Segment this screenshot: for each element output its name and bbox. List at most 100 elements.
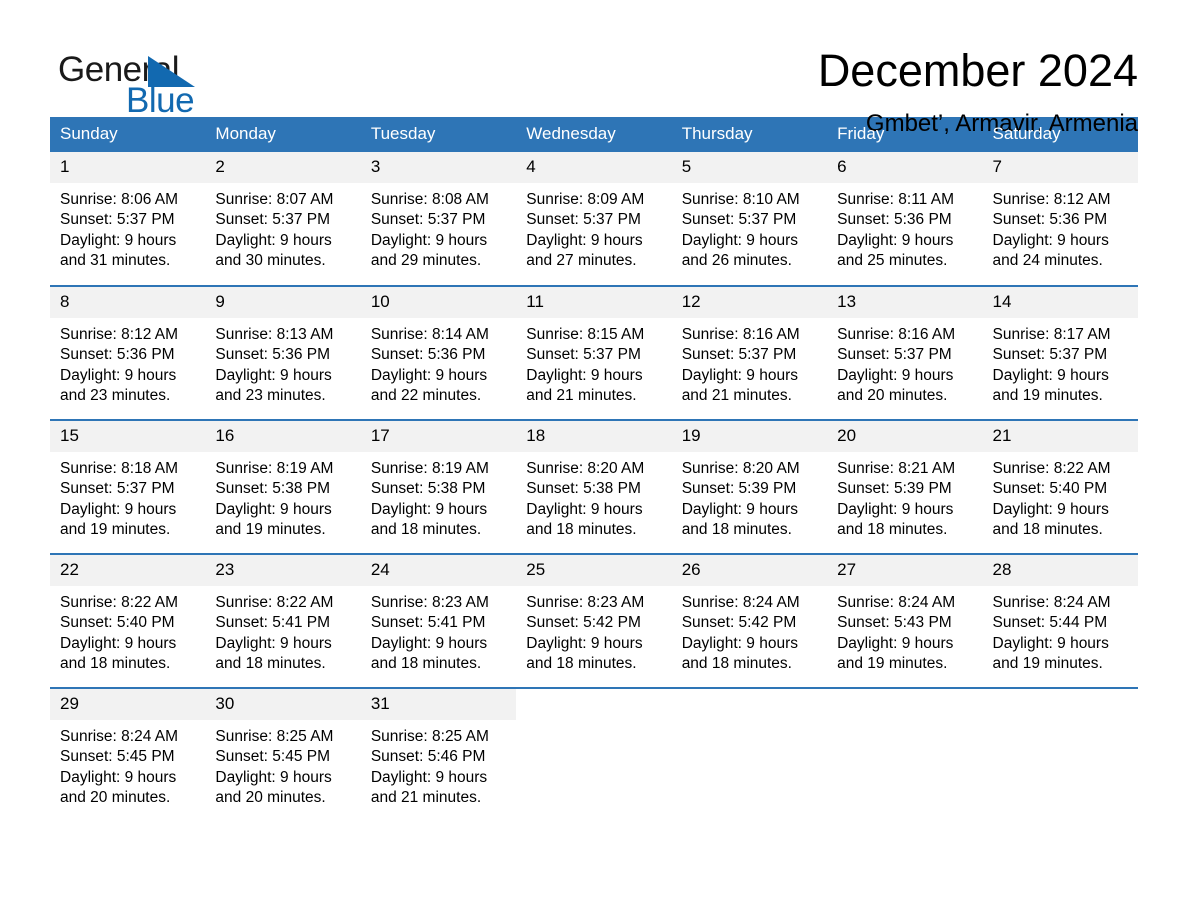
day-number: 13 <box>827 287 983 318</box>
daylight-text-line1: Daylight: 9 hours <box>60 768 177 786</box>
sunrise-text: Sunrise: 8:24 AM <box>992 594 1111 611</box>
day-info: Sunrise: 8:19 AM Sunset: 5:38 PM Daylight:… <box>361 452 516 540</box>
day-cell[interactable]: 23 Sunrise: 8:22 AM Sunset: 5:41 PM Dayligh… <box>205 553 361 688</box>
day-number: 17 <box>360 421 517 452</box>
sunrise-text: Sunrise: 8:11 AM <box>837 191 954 208</box>
daylight-text-line1: Daylight: 9 hours <box>526 231 643 249</box>
day-cell[interactable]: 4 Sunrise: 8:09 AM Sunset: 5:37 PM Daylight… <box>516 152 672 286</box>
day-cell[interactable]: 25 Sunrise: 8:23 AM Sunset: 5:42 PM Dayligh… <box>516 553 672 688</box>
sunrise-text: Sunrise: 8:12 AM <box>992 191 1111 208</box>
day-cell[interactable]: 26 Sunrise: 8:24 AM Sunset: 5:42 PM Dayligh… <box>671 553 828 688</box>
sunrise-text: Sunrise: 8:20 AM <box>681 460 800 477</box>
day-cell[interactable]: 15 Sunrise: 8:18 AM Sunset: 5:37 PM Dayligh… <box>50 419 206 554</box>
day-cell[interactable]: 27 Sunrise: 8:24 AM Sunset: 5:43 PM Dayligh… <box>827 553 983 688</box>
day-number: 7 <box>982 152 1138 183</box>
day-info: Sunrise: 8:20 AM Sunset: 5:39 PM Daylight:… <box>672 452 827 540</box>
day-cell[interactable]: 29 Sunrise: 8:24 AM Sunset: 5:45 PM Dayligh… <box>50 687 206 822</box>
day-info: Sunrise: 8:22 AM Sunset: 5:40 PM Daylight:… <box>983 452 1138 540</box>
logo-text-blue: Blue <box>126 81 195 120</box>
sunset-text: Sunset: 5:39 PM <box>837 480 952 498</box>
daylight-text-line1: Daylight: 9 hours <box>526 500 643 518</box>
sunrise-text: Sunrise: 8:18 AM <box>60 460 179 477</box>
daylight-text-line2: and 19 minutes. <box>992 386 1103 404</box>
day-cell[interactable]: 7 Sunrise: 8:12 AM Sunset: 5:36 PM Daylight… <box>982 152 1138 286</box>
day-number <box>827 689 983 700</box>
daylight-text-line2: and 20 minutes. <box>215 788 326 806</box>
day-cell[interactable]: 28 Sunrise: 8:24 AM Sunset: 5:44 PM Dayligh… <box>982 553 1138 688</box>
day-cell[interactable]: 9 Sunrise: 8:13 AM Sunset: 5:36 PM Daylight… <box>205 285 361 420</box>
sunrise-sunset-calendar: Sunday Monday Tuesday Wednesday Thursday… <box>50 117 1138 822</box>
day-info: Sunrise: 8:20 AM Sunset: 5:38 PM Daylight:… <box>516 452 671 540</box>
sunrise-text: Sunrise: 8:16 AM <box>681 326 800 343</box>
day-cell[interactable]: 13 Sunrise: 8:16 AM Sunset: 5:37 PM Dayligh… <box>827 285 983 420</box>
day-cell[interactable]: 30 Sunrise: 8:25 AM Sunset: 5:45 PM Dayligh… <box>205 687 361 822</box>
day-cell[interactable]: 12 Sunrise: 8:16 AM Sunset: 5:37 PM Dayligh… <box>671 285 828 420</box>
sunset-text: Sunset: 5:36 PM <box>837 211 952 229</box>
day-cell[interactable]: 21 Sunrise: 8:22 AM Sunset: 5:40 PM Dayligh… <box>982 419 1138 554</box>
daylight-text-line1: Daylight: 9 hours <box>992 366 1109 384</box>
sunset-text: Sunset: 5:37 PM <box>370 211 486 229</box>
day-number: 27 <box>827 555 983 586</box>
sunset-text: Sunset: 5:45 PM <box>215 748 331 766</box>
daylight-text-line1: Daylight: 9 hours <box>60 500 177 518</box>
daylight-text-line1: Daylight: 9 hours <box>215 231 332 249</box>
day-cell[interactable]: 16 Sunrise: 8:19 AM Sunset: 5:38 PM Dayligh… <box>205 419 361 554</box>
daylight-text-line2: and 24 minutes. <box>992 251 1103 269</box>
day-cell[interactable]: 18 Sunrise: 8:20 AM Sunset: 5:38 PM Dayligh… <box>516 419 672 554</box>
daylight-text-line2: and 18 minutes. <box>837 520 948 538</box>
day-info: Sunrise: 8:06 AM Sunset: 5:37 PM Daylight:… <box>50 183 205 271</box>
day-cell[interactable]: 1 Sunrise: 8:06 AM Sunset: 5:37 PM Daylight… <box>50 152 206 286</box>
day-number: 23 <box>205 555 361 586</box>
sunset-text: Sunset: 5:39 PM <box>681 480 797 498</box>
daylight-text-line1: Daylight: 9 hours <box>215 634 332 652</box>
sunrise-text: Sunrise: 8:22 AM <box>60 594 179 611</box>
daylight-text-line1: Daylight: 9 hours <box>837 366 954 384</box>
sunset-text: Sunset: 5:38 PM <box>215 480 331 498</box>
day-info: Sunrise: 8:12 AM Sunset: 5:36 PM Daylight:… <box>983 183 1138 271</box>
sunrise-text: Sunrise: 8:13 AM <box>215 326 334 343</box>
daylight-text-line1: Daylight: 9 hours <box>837 231 954 249</box>
sunrise-text: Sunrise: 8:08 AM <box>370 191 489 208</box>
daylight-text-line1: Daylight: 9 hours <box>60 231 177 249</box>
daylight-text-line2: and 20 minutes. <box>837 386 948 404</box>
day-info: Sunrise: 8:10 AM Sunset: 5:37 PM Daylight:… <box>672 183 827 271</box>
sunrise-text: Sunrise: 8:14 AM <box>370 326 489 343</box>
sunset-text: Sunset: 5:37 PM <box>526 346 641 364</box>
daylight-text-line1: Daylight: 9 hours <box>370 634 488 652</box>
day-cell[interactable]: 20 Sunrise: 8:21 AM Sunset: 5:39 PM Dayligh… <box>827 419 983 554</box>
day-cell[interactable]: 14 Sunrise: 8:17 AM Sunset: 5:37 PM Dayligh… <box>982 285 1138 420</box>
sunrise-text: Sunrise: 8:15 AM <box>526 326 645 343</box>
day-number: 22 <box>50 555 206 586</box>
day-info: Sunrise: 8:09 AM Sunset: 5:37 PM Daylight:… <box>516 183 671 271</box>
sunset-text: Sunset: 5:36 PM <box>60 346 175 364</box>
day-number: 14 <box>982 287 1138 318</box>
sunset-text: Sunset: 5:38 PM <box>370 480 486 498</box>
day-cell[interactable]: 8 Sunrise: 8:12 AM Sunset: 5:36 PM Daylight… <box>50 285 206 420</box>
day-cell[interactable]: 11 Sunrise: 8:15 AM Sunset: 5:37 PM Dayligh… <box>516 285 672 420</box>
sunset-text: Sunset: 5:37 PM <box>526 211 641 229</box>
sunset-text: Sunset: 5:43 PM <box>837 614 952 632</box>
day-cell[interactable]: 22 Sunrise: 8:22 AM Sunset: 5:40 PM Dayligh… <box>50 553 206 688</box>
day-cell[interactable]: 19 Sunrise: 8:20 AM Sunset: 5:39 PM Dayligh… <box>671 419 828 554</box>
day-cell[interactable]: 5 Sunrise: 8:10 AM Sunset: 5:37 PM Daylight… <box>671 152 828 286</box>
daylight-text-line2: and 18 minutes. <box>215 654 326 672</box>
day-cell[interactable]: 17 Sunrise: 8:19 AM Sunset: 5:38 PM Dayligh… <box>360 419 517 554</box>
daylight-text-line1: Daylight: 9 hours <box>370 768 488 786</box>
day-number: 9 <box>205 287 361 318</box>
day-cell-empty <box>516 687 672 822</box>
day-cell[interactable]: 31 Sunrise: 8:25 AM Sunset: 5:46 PM Dayligh… <box>360 687 517 822</box>
sunrise-text: Sunrise: 8:12 AM <box>60 326 179 343</box>
day-cell[interactable]: 2 Sunrise: 8:07 AM Sunset: 5:37 PM Daylight… <box>205 152 361 286</box>
day-cell[interactable]: 6 Sunrise: 8:11 AM Sunset: 5:36 PM Daylight… <box>827 152 983 286</box>
day-cell[interactable]: 3 Sunrise: 8:08 AM Sunset: 5:37 PM Daylight… <box>360 152 517 286</box>
sunset-text: Sunset: 5:37 PM <box>681 211 797 229</box>
day-cell[interactable]: 10 Sunrise: 8:14 AM Sunset: 5:36 PM Dayligh… <box>360 285 517 420</box>
day-cell[interactable]: 24 Sunrise: 8:23 AM Sunset: 5:41 PM Dayligh… <box>360 553 517 688</box>
day-info: Sunrise: 8:18 AM Sunset: 5:37 PM Daylight:… <box>50 452 205 540</box>
day-info: Sunrise: 8:21 AM Sunset: 5:39 PM Daylight:… <box>827 452 982 540</box>
calendar-week-row: 22 Sunrise: 8:22 AM Sunset: 5:40 PM Dayligh… <box>50 553 1138 688</box>
day-number: 8 <box>50 287 206 318</box>
day-number: 11 <box>516 287 672 318</box>
calendar-week-row: 8 Sunrise: 8:12 AM Sunset: 5:36 PM Daylight… <box>50 285 1138 420</box>
sunrise-text: Sunrise: 8:22 AM <box>215 594 334 611</box>
